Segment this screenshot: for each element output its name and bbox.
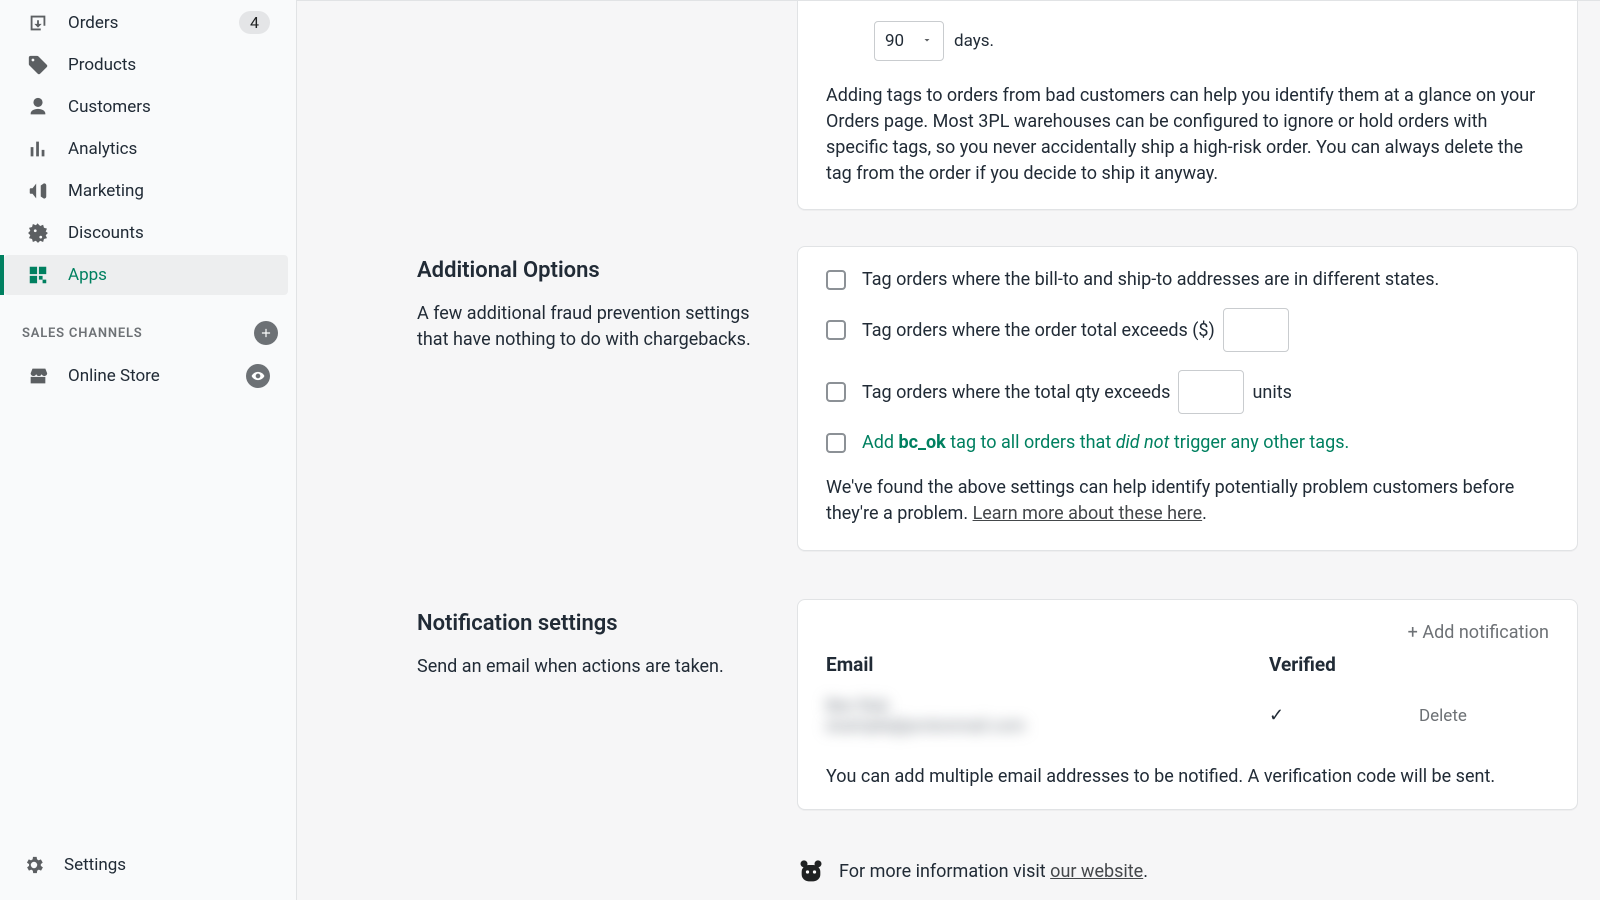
opt-label: Add bc_ok tag to all orders that did not… [862, 432, 1349, 453]
additional-help-text: We've found the above settings can help … [826, 475, 1549, 527]
megaphone-icon [26, 180, 50, 202]
apps-icon [26, 264, 50, 286]
opt-different-states: Tag orders where the bill-to and ship-to… [826, 269, 1549, 290]
opt-order-total: Tag orders where the order total exceeds… [826, 308, 1549, 352]
sidebar-footer: Settings [0, 842, 296, 900]
main-content: 90 days. Adding tags to orders from bad … [297, 0, 1600, 900]
settings-label: Settings [64, 855, 126, 875]
sales-channels-header: SALES CHANNELS [0, 297, 296, 353]
sidebar-item-label: Products [68, 55, 270, 75]
checkbox-bc-ok[interactable] [826, 433, 846, 453]
opt-label: Tag orders where the total qty exceeds [862, 382, 1170, 403]
sidebar-item-label: Discounts [68, 223, 270, 243]
days-select[interactable]: 90 [874, 21, 944, 61]
sidebar-item-online-store[interactable]: Online Store [4, 355, 288, 397]
check-icon: ✓ [1269, 705, 1284, 726]
table-row-email: Ben Rub example@protonmail.com [826, 688, 1269, 744]
delete-notification-button[interactable]: Delete [1419, 698, 1549, 734]
sidebar-item-orders[interactable]: Orders 4 [4, 2, 288, 43]
notification-table: Email Verified Ben Rub example@protonmai… [826, 653, 1549, 744]
additional-options-header: Additional Options A few additional frau… [417, 246, 797, 550]
sidebar-item-marketing[interactable]: Marketing [4, 171, 288, 211]
col-verified: Verified [1269, 653, 1419, 688]
notification-header: Notification settings Send an email when… [417, 599, 797, 810]
contact-email: example@protonmail.com [826, 716, 1025, 736]
total-qty-input[interactable] [1178, 370, 1244, 414]
opt-bc-ok: Add bc_ok tag to all orders that did not… [826, 432, 1549, 453]
add-channel-button[interactable] [254, 321, 278, 345]
sidebar-item-label: Apps [68, 265, 270, 285]
sidebar: Orders 4 Products Customers Analytics [0, 0, 297, 900]
chevron-down-icon [921, 31, 933, 51]
view-store-button[interactable] [246, 364, 270, 388]
additional-options-card: Tag orders where the bill-to and ship-to… [797, 246, 1578, 550]
sidebar-item-label: Customers [68, 97, 270, 117]
sidebar-item-customers[interactable]: Customers [4, 87, 288, 127]
verified-indicator: ✓ [1269, 697, 1419, 734]
sidebar-item-discounts[interactable]: Discounts [4, 213, 288, 253]
tag-icon [26, 54, 50, 76]
section-label: SALES CHANNELS [22, 326, 254, 341]
col-email: Email [826, 653, 1269, 688]
store-icon [26, 365, 50, 387]
plus-icon [259, 326, 273, 340]
tagging-help-text: Adding tags to orders from bad customers… [826, 83, 1549, 187]
section-title: Notification settings [417, 611, 761, 636]
app-footer: For more information visit our website. [797, 834, 1600, 900]
channels-list: Online Store [0, 353, 296, 399]
contact-name: Ben Rub [826, 696, 1025, 716]
section-desc: Send an email when actions are taken. [417, 654, 761, 679]
days-suffix: days. [954, 31, 994, 51]
checkbox-order-total[interactable] [826, 320, 846, 340]
notification-card: + Add notification Email Verified Ben Ru… [797, 599, 1578, 810]
days-value: 90 [885, 31, 904, 51]
app-logo-icon [797, 858, 825, 886]
opt-label: Tag orders where the bill-to and ship-to… [862, 269, 1439, 290]
orders-badge: 4 [239, 11, 270, 34]
sidebar-item-label: Analytics [68, 139, 270, 159]
nav-list: Orders 4 Products Customers Analytics [0, 0, 296, 297]
sidebar-item-label: Marketing [68, 181, 270, 201]
section-desc: A few additional fraud prevention settin… [417, 301, 761, 351]
opt-label: Tag orders where the order total exceeds… [862, 320, 1215, 341]
opt-total-qty: Tag orders where the total qty exceeds u… [826, 370, 1549, 414]
opt-suffix: units [1252, 382, 1291, 403]
sidebar-item-apps[interactable]: Apps [4, 255, 288, 295]
checkbox-different-states[interactable] [826, 270, 846, 290]
checkbox-total-qty[interactable] [826, 382, 846, 402]
discount-icon [26, 222, 50, 244]
tagging-card: 90 days. Adding tags to orders from bad … [797, 1, 1578, 210]
notification-footnote: You can add multiple email addresses to … [826, 766, 1549, 787]
gear-icon [22, 854, 46, 876]
add-notification-button[interactable]: + Add notification [1408, 622, 1549, 643]
order-total-input[interactable] [1223, 308, 1289, 352]
bar-chart-icon [26, 138, 50, 160]
sidebar-item-analytics[interactable]: Analytics [4, 129, 288, 169]
learn-more-link[interactable]: Learn more about these here [973, 503, 1203, 524]
section-title: Additional Options [417, 258, 761, 283]
website-link[interactable]: our website [1050, 861, 1143, 882]
inbox-icon [26, 12, 50, 34]
sidebar-item-settings[interactable]: Settings [0, 842, 296, 888]
sidebar-item-label: Orders [68, 13, 239, 33]
eye-icon [251, 369, 265, 383]
sidebar-item-label: Online Store [68, 366, 246, 386]
sidebar-item-products[interactable]: Products [4, 45, 288, 85]
person-icon [26, 96, 50, 118]
